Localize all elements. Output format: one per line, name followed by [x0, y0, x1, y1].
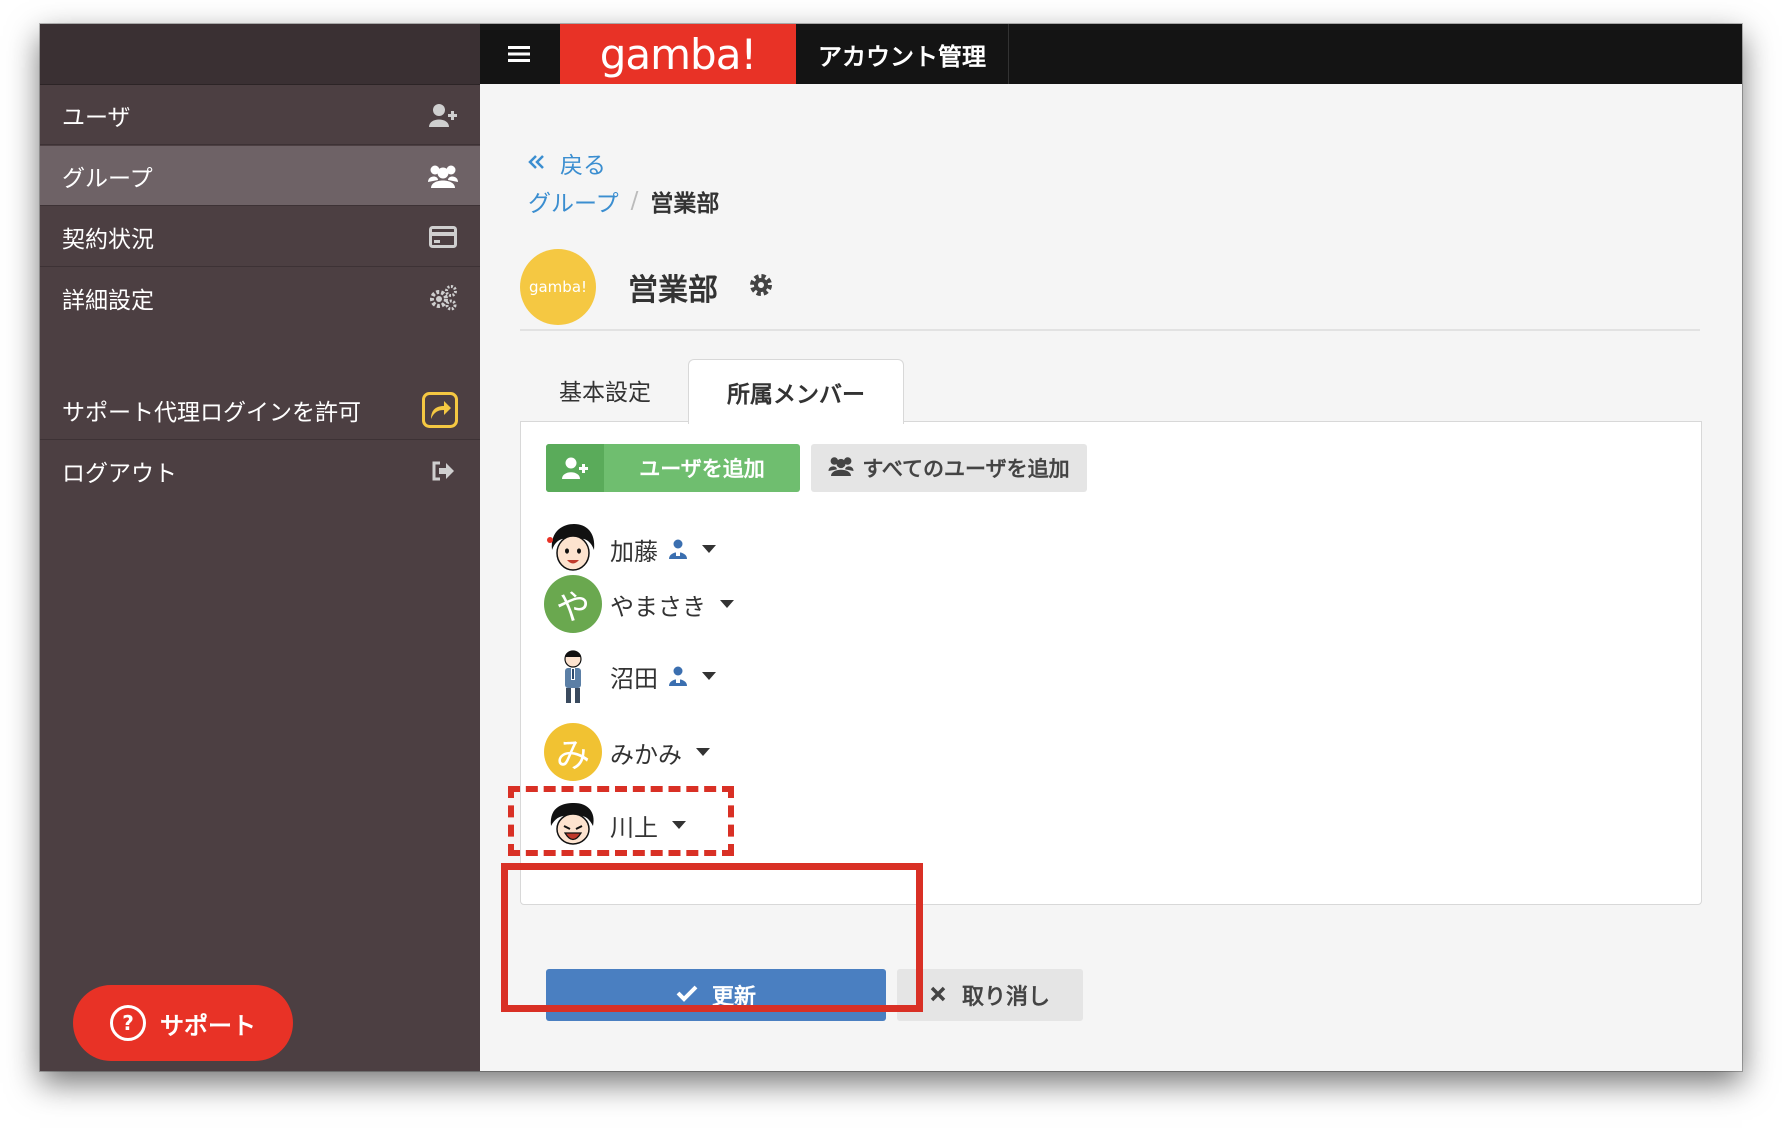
- member-name: やまさき: [610, 592, 706, 621]
- avatar: [544, 647, 602, 705]
- user-add-icon: [428, 100, 458, 130]
- sidebar-item-label: 詳細設定: [62, 288, 154, 314]
- share-icon: [422, 391, 458, 428]
- sidebar-item-label: グループ: [62, 165, 153, 192]
- avatar: や: [544, 575, 602, 633]
- sidebar-item-label: ユーザ: [62, 104, 131, 131]
- support-button[interactable]: ? サポート: [73, 985, 293, 1061]
- close-icon: [930, 983, 946, 1008]
- sidebar-item-contract[interactable]: 契約状況: [40, 207, 480, 267]
- member-row[interactable]: 加藤: [544, 519, 716, 579]
- add-all-users-button-label: すべてのユーザを追加: [862, 457, 1070, 481]
- sidebar-item-label: ログアウト: [62, 461, 177, 487]
- page-section-title: アカウント管理: [796, 24, 1009, 84]
- hamburger-icon[interactable]: [480, 24, 558, 84]
- gears-icon: [428, 283, 458, 313]
- tab-members[interactable]: 所属メンバー: [688, 359, 904, 424]
- divider: [520, 329, 1700, 331]
- chevron-down-icon[interactable]: [702, 672, 716, 680]
- back-link-label: 戻る: [560, 153, 606, 179]
- sidebar-item-groups[interactable]: グループ: [40, 146, 480, 206]
- help-icon: ?: [110, 1005, 146, 1041]
- breadcrumb-groups-link[interactable]: グループ: [528, 184, 619, 218]
- credit-card-icon: [428, 222, 458, 252]
- avatar-letter: み: [556, 735, 590, 776]
- member-row[interactable]: や やまさき: [544, 574, 734, 634]
- admin-user-icon: [668, 666, 688, 686]
- avatar: [544, 520, 602, 578]
- sidebar-header: [40, 24, 480, 85]
- admin-user-icon: [668, 539, 688, 559]
- back-link[interactable]: 戻る: [528, 146, 606, 180]
- sidebar-item-users[interactable]: ユーザ: [40, 85, 480, 145]
- sidebar: ユーザ グループ 契約状況 詳細設定 サポート代理ログインを許可 ログアウト ?…: [40, 24, 480, 1071]
- member-name: 加藤: [610, 537, 658, 566]
- sign-out-icon: [428, 456, 458, 486]
- chevron-down-icon[interactable]: [696, 748, 710, 756]
- breadcrumb: グループ / 営業部: [528, 184, 719, 218]
- users-icon: [428, 161, 458, 191]
- sidebar-item-support-login[interactable]: サポート代理ログインを許可: [40, 380, 480, 440]
- add-all-users-button[interactable]: すべてのユーザを追加: [811, 444, 1087, 492]
- double-chevron-left-icon: [528, 150, 546, 176]
- cancel-button[interactable]: 取り消し: [897, 969, 1083, 1021]
- chevron-down-icon[interactable]: [720, 600, 734, 608]
- member-name: 沼田: [610, 664, 658, 693]
- sidebar-item-advanced-settings[interactable]: 詳細設定: [40, 268, 480, 328]
- tab-basic-settings[interactable]: 基本設定: [520, 359, 690, 421]
- breadcrumb-current: 営業部: [650, 191, 720, 217]
- add-user-button-label: ユーザを追加: [639, 457, 765, 481]
- add-user-button[interactable]: ユーザを追加: [546, 444, 800, 492]
- highlight-dashed-annotation: [508, 786, 734, 856]
- member-row[interactable]: み みかみ: [544, 722, 710, 782]
- sidebar-item-label: サポート代理ログインを許可: [62, 399, 361, 426]
- avatar-letter: や: [556, 587, 590, 628]
- user-add-icon: [546, 444, 604, 492]
- cancel-button-label: 取り消し: [961, 985, 1050, 1010]
- member-name: みかみ: [610, 740, 682, 769]
- page-title: 営業部: [628, 273, 718, 308]
- chevron-down-icon[interactable]: [702, 545, 716, 553]
- group-avatar: gamba!: [520, 249, 596, 325]
- top-bar: gamba! アカウント管理: [480, 24, 1742, 84]
- gamba-logo[interactable]: gamba!: [560, 24, 796, 84]
- sidebar-item-label: 契約状況: [62, 226, 154, 253]
- member-row[interactable]: 沼田: [544, 646, 716, 706]
- users-icon: [828, 456, 854, 481]
- group-header: gamba! 営業部: [520, 249, 774, 325]
- breadcrumb-separator: /: [630, 188, 639, 214]
- sidebar-item-logout[interactable]: ログアウト: [40, 441, 480, 501]
- support-button-label: サポート: [160, 1011, 256, 1040]
- gear-icon[interactable]: [748, 272, 774, 302]
- avatar: み: [544, 723, 602, 781]
- highlight-box-annotation: [501, 863, 923, 1012]
